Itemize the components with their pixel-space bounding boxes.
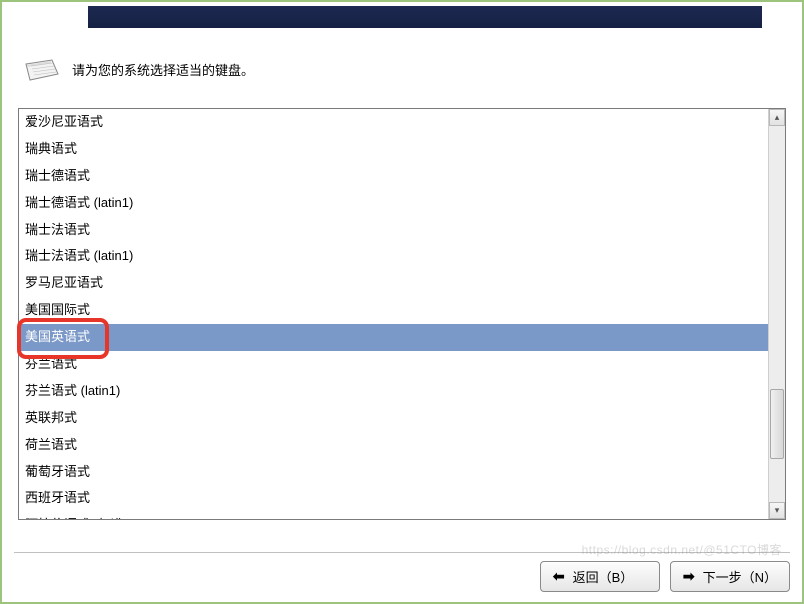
- list-item[interactable]: 瑞士法语式 (latin1): [19, 243, 768, 270]
- list-item[interactable]: 芬兰语式 (latin1): [19, 378, 768, 405]
- scroll-down-button[interactable]: ▾: [769, 502, 785, 519]
- instruction-row: 请为您的系统选择适当的键盘。: [24, 54, 254, 84]
- list-item[interactable]: 葡萄牙语式: [19, 459, 768, 486]
- list-item[interactable]: 罗马尼亚语式: [19, 270, 768, 297]
- next-button[interactable]: ➡ 下一步（N）: [670, 561, 790, 592]
- list-item[interactable]: 荷兰语式: [19, 432, 768, 459]
- scroll-thumb[interactable]: [770, 389, 784, 459]
- list-item[interactable]: 瑞典语式: [19, 136, 768, 163]
- list-item[interactable]: 芬兰语式: [19, 351, 768, 378]
- list-item[interactable]: 英联邦式: [19, 405, 768, 432]
- instruction-text: 请为您的系统选择适当的键盘。: [72, 60, 254, 79]
- keyboard-listbox[interactable]: 爱沙尼亚语式瑞典语式瑞士德语式瑞士德语式 (latin1)瑞士法语式瑞士法语式 …: [19, 109, 768, 519]
- title-bar: [88, 6, 762, 28]
- scroll-up-button[interactable]: ▴: [769, 109, 785, 126]
- next-button-label: 下一步（N）: [703, 567, 777, 586]
- arrow-left-icon: ⬅: [553, 568, 565, 585]
- footer: ⬅ 返回（B） ➡ 下一步（N）: [14, 552, 790, 592]
- list-item[interactable]: 爱沙尼亚语式: [19, 109, 768, 136]
- scrollbar[interactable]: ▴ ▾: [768, 109, 785, 519]
- list-item[interactable]: 美国英语式: [19, 324, 768, 351]
- list-item[interactable]: 美国国际式: [19, 297, 768, 324]
- list-item[interactable]: 瑞士德语式 (latin1): [19, 190, 768, 217]
- list-item[interactable]: 瑞士德语式: [19, 163, 768, 190]
- keyboard-icon: [24, 54, 60, 84]
- list-item[interactable]: 西班牙语式: [19, 485, 768, 512]
- arrow-right-icon: ➡: [683, 568, 695, 585]
- keyboard-list-container: 爱沙尼亚语式瑞典语式瑞士德语式瑞士德语式 (latin1)瑞士法语式瑞士法语式 …: [18, 108, 786, 520]
- back-button[interactable]: ⬅ 返回（B）: [540, 561, 660, 592]
- list-item[interactable]: 阿拉伯语式 (标准): [19, 512, 768, 519]
- back-button-label: 返回（B）: [573, 567, 634, 586]
- list-item[interactable]: 瑞士法语式: [19, 217, 768, 244]
